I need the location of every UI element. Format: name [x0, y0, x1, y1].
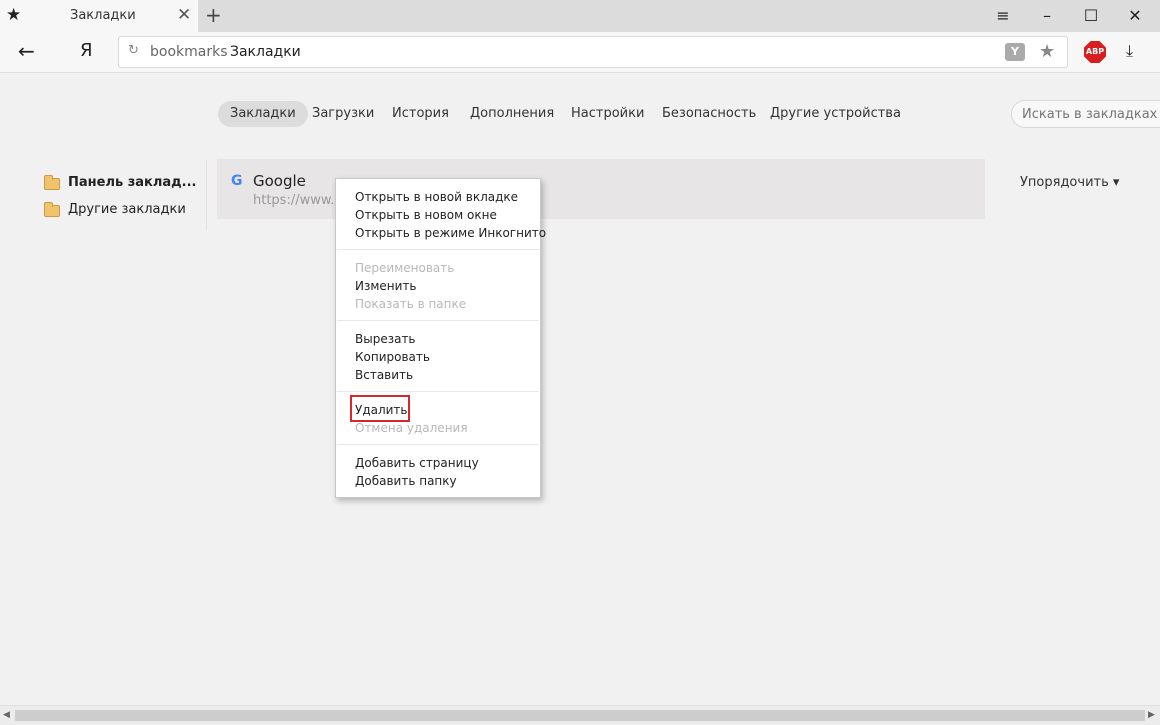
menu-separator [337, 249, 539, 250]
menu-item-paste[interactable]: Вставить [355, 366, 413, 384]
new-tab-button[interactable]: + [205, 3, 222, 27]
bookmark-star-icon[interactable]: ★ [1039, 41, 1055, 63]
tab-bar: ★ Закладки ✕ + ≡ – ☐ ✕ [0, 0, 1160, 32]
adblock-icon[interactable]: ABP [1084, 41, 1106, 63]
maximize-button[interactable]: ☐ [1074, 4, 1108, 28]
folder-icon [44, 175, 60, 190]
tab-security[interactable]: Безопасность [650, 101, 768, 127]
tab-bookmarks-section[interactable]: Закладки [218, 101, 308, 127]
minimize-button[interactable]: – [1030, 4, 1064, 28]
tab-extensions[interactable]: Дополнения [458, 101, 566, 127]
close-tab-icon[interactable]: ✕ [177, 5, 191, 25]
menu-item-show-in-folder: Показать в папке [355, 297, 467, 311]
google-icon: G [231, 173, 243, 189]
back-button[interactable]: ← [18, 39, 35, 63]
sort-button[interactable]: Упорядочить ▾ [1020, 175, 1119, 190]
address-bar[interactable]: ↻ bookmarks Закладки Y ★ [118, 36, 1068, 68]
url-page-title: Закладки [230, 44, 301, 60]
menu-item-open-new-window[interactable]: Открыть в новом окне [355, 206, 497, 224]
scrollbar-thumb[interactable] [15, 710, 1145, 721]
menu-item-edit[interactable]: Изменить [355, 277, 417, 295]
scroll-left-icon[interactable]: ◀ [3, 710, 10, 720]
star-icon: ★ [6, 5, 22, 25]
delete-highlight-box [350, 395, 410, 422]
tab-history[interactable]: История [380, 101, 461, 127]
menu-separator [337, 320, 539, 321]
menu-button[interactable]: ≡ [986, 4, 1020, 28]
tab-title: Закладки [70, 8, 136, 23]
horizontal-scrollbar[interactable]: ◀ ▶ [0, 705, 1160, 725]
protect-icon[interactable]: Y [1005, 43, 1025, 61]
menu-separator [337, 444, 539, 445]
scroll-right-icon[interactable]: ▶ [1148, 710, 1155, 720]
close-window-button[interactable]: ✕ [1118, 4, 1152, 28]
download-icon[interactable]: ⤓ [1126, 41, 1133, 61]
menu-item-add-folder[interactable]: Добавить папку [355, 472, 457, 490]
bookmark-row[interactable]: G Google https://www.google.com/ [217, 159, 985, 219]
sidebar-item-bookmarks-bar[interactable]: Панель заклад... [44, 172, 204, 194]
sidebar-item-other-bookmarks[interactable]: Другие закладки [44, 199, 204, 221]
sidebar-item-label: Другие закладки [68, 202, 186, 217]
menu-item-open-incognito[interactable]: Открыть в режиме Инкогнито [355, 224, 546, 242]
tab-bookmarks[interactable]: ★ Закладки ✕ [0, 0, 198, 32]
url-host: bookmarks [150, 44, 228, 60]
menu-item-rename: Переименовать [355, 261, 455, 275]
context-menu: Открыть в новой вкладке Открыть в новом … [335, 178, 546, 498]
menu-item-open-new-tab[interactable]: Открыть в новой вкладке [355, 188, 518, 206]
bookmark-title[interactable]: Google [253, 172, 306, 190]
sidebar-divider [206, 160, 207, 230]
search-input[interactable] [1011, 100, 1160, 128]
menu-item-cut[interactable]: Вырезать [355, 330, 416, 348]
folder-icon [44, 202, 60, 217]
yandex-logo[interactable]: Я [80, 40, 93, 61]
tab-settings[interactable]: Настройки [559, 101, 656, 127]
menu-separator [337, 391, 539, 392]
menu-item-copy[interactable]: Копировать [355, 348, 430, 366]
reload-icon[interactable]: ↻ [128, 43, 139, 58]
sidebar-item-label: Панель заклад... [68, 175, 197, 190]
tab-downloads[interactable]: Загрузки [300, 101, 386, 127]
navigation-bar: ← Я ↻ bookmarks Закладки Y ★ ABP ⤓ [0, 32, 1160, 73]
tab-other-devices[interactable]: Другие устройства [758, 101, 913, 127]
menu-item-add-page[interactable]: Добавить страницу [355, 454, 479, 472]
